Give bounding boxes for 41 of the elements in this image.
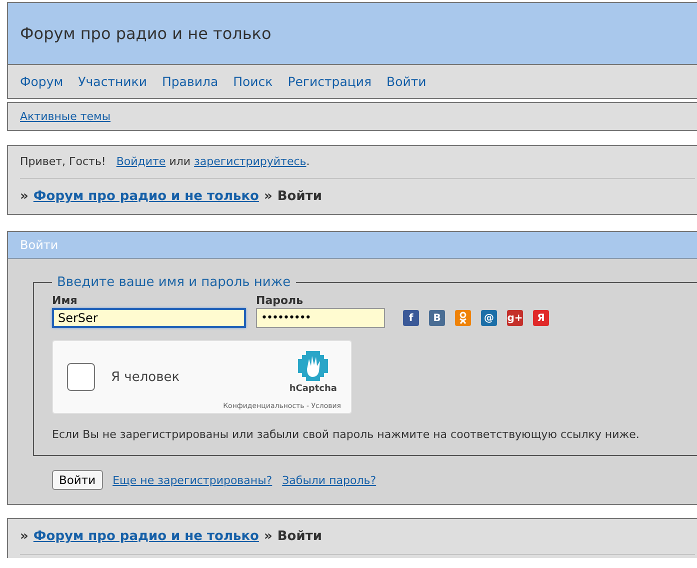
password-field[interactable]: ••••••••• — [256, 308, 385, 328]
panel-title: Войти — [8, 232, 697, 259]
fieldset-legend: Введите ваше имя и пароль ниже — [52, 275, 296, 290]
social-icon[interactable]: Я — [533, 310, 549, 326]
breadcrumb-current: Войти — [277, 529, 322, 544]
nav-link[interactable]: Форум — [20, 74, 64, 89]
breadcrumb-separator: » — [264, 529, 272, 544]
help-text: Если Вы не зарегистрированы или забыли свой пароль нажмите на соответствующую ссылку ниже. — [52, 428, 640, 441]
breadcrumb-separator: » — [264, 189, 272, 204]
nav-link[interactable]: Правила — [162, 74, 218, 89]
breadcrumb-current: Войти — [277, 189, 322, 204]
or-text: или — [169, 155, 191, 168]
forum-title: Форум про радио и не только — [20, 24, 272, 43]
social-icon[interactable]: f — [403, 310, 419, 326]
social-icon[interactable]: B — [429, 310, 445, 326]
register-link[interactable]: зарегистрируйтесь — [194, 155, 306, 168]
nav-link[interactable]: Поиск — [233, 74, 273, 89]
social-icon[interactable] — [455, 310, 471, 326]
breadcrumb-separator: » — [20, 189, 28, 204]
hand-logo-icon — [296, 349, 330, 383]
login-link[interactable]: Войдите — [116, 155, 166, 168]
field-label: Имя — [52, 294, 78, 307]
login-button[interactable]: Войти — [52, 470, 103, 490]
social-icon[interactable]: @ — [481, 310, 497, 326]
nav-link[interactable]: Участники — [78, 74, 147, 89]
breadcrumb-link[interactable]: Форум про радио и не только — [33, 189, 259, 204]
help-link[interactable]: Еще не зарегистрированы? — [112, 474, 272, 486]
welcome-text: Привет, Гость! — [20, 155, 106, 168]
breadcrumb-separator: » — [20, 529, 28, 544]
period-text: . — [306, 155, 310, 168]
captcha-brand: hCaptcha — [289, 384, 337, 394]
nav-link[interactable]: Войти — [386, 74, 426, 89]
username-field[interactable]: SerSer — [52, 308, 246, 328]
captcha-checkbox[interactable] — [67, 363, 95, 391]
captcha-label: Я человек — [111, 370, 180, 384]
help-link[interactable]: Забыли пароль? — [282, 474, 376, 486]
active-topics-link[interactable]: Активные темы — [20, 110, 111, 123]
nav-link[interactable]: Регистрация — [288, 74, 372, 89]
breadcrumb-link[interactable]: Форум про радио и не только — [33, 529, 259, 544]
field-label: Пароль — [256, 294, 304, 307]
social-icon[interactable]: g+ — [507, 310, 523, 326]
